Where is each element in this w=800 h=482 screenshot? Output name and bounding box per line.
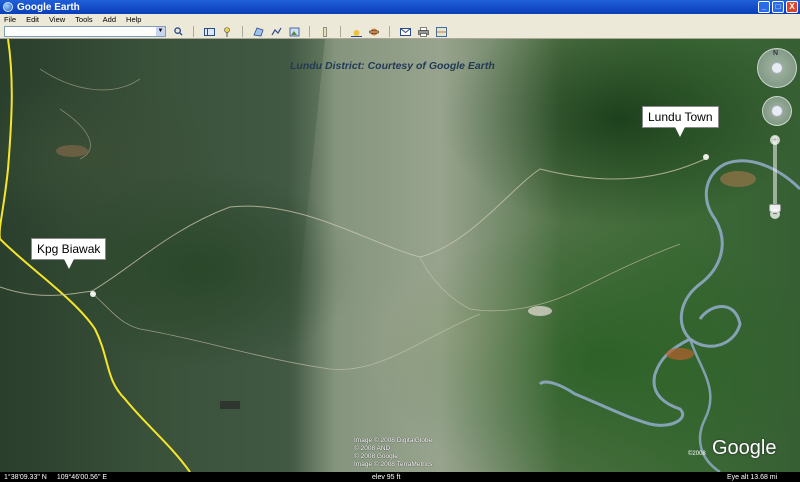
ruler-icon [323, 26, 327, 37]
look-joystick-icon[interactable] [771, 62, 783, 74]
logo-copyright-year: ©2008 [688, 451, 706, 457]
magnifier-icon [173, 27, 183, 36]
search-button[interactable] [172, 26, 184, 37]
placemark-lundu-town[interactable]: Lundu Town [642, 106, 719, 137]
title-bar: Google Earth _ □ X [0, 0, 800, 14]
placemark-kpg-biawak[interactable]: Kpg Biawak [31, 238, 107, 269]
toolbar-separator [389, 26, 390, 37]
move-control[interactable] [762, 96, 792, 126]
add-overlay-button[interactable] [288, 26, 300, 37]
dropdown-arrow-icon[interactable]: ▼ [156, 27, 165, 36]
sidebar-toggle-button[interactable] [203, 26, 215, 37]
close-button[interactable]: X [786, 1, 798, 13]
status-bar: 1°38'09.33" N 109°46'00.56" E elev 95 ft… [0, 472, 800, 482]
menu-edit[interactable]: Edit [26, 15, 39, 24]
toolbar-separator [340, 26, 341, 37]
add-placemark-button[interactable] [221, 26, 233, 37]
latitude-readout: 1°38'09.33" N [4, 473, 47, 481]
eye-altitude-readout: Eye alt 13.68 mi [727, 473, 778, 481]
menu-bar: File Edit View Tools Add Help [0, 14, 800, 25]
image-overlay-icon [289, 27, 299, 36]
clearing [56, 145, 88, 157]
path-icon [270, 27, 282, 35]
road [39, 68, 141, 160]
move-joystick-icon[interactable] [771, 105, 783, 117]
pushpin-icon [224, 26, 230, 37]
email-button[interactable] [399, 26, 411, 37]
look-control[interactable]: N [757, 48, 797, 88]
map-view[interactable]: Lundu District: Courtesy of Google Earth… [0, 39, 800, 472]
add-path-button[interactable] [270, 26, 282, 37]
map-icon [435, 26, 447, 37]
toolbar: ▼ [0, 25, 800, 39]
window-title: Google Earth [17, 1, 80, 13]
longitude-readout: 109°46'00.56" E [56, 473, 108, 481]
polygon-icon [252, 27, 264, 36]
window-controls: _ □ X [758, 1, 798, 13]
zoom-out-button[interactable]: − [770, 209, 780, 219]
map-title: Lundu District: Courtesy of Google Earth [290, 60, 495, 72]
toolbar-separator [193, 26, 194, 37]
email-icon [399, 27, 411, 36]
maximize-button[interactable]: □ [772, 1, 784, 13]
switch-planet-button[interactable] [368, 26, 380, 37]
clearing [220, 401, 240, 409]
printer-icon [417, 26, 429, 37]
zoom-slider[interactable] [773, 136, 777, 210]
ruler-button[interactable] [319, 26, 331, 37]
sidebar-icon [203, 27, 215, 36]
menu-file[interactable]: File [4, 15, 16, 24]
placemark-dot-kpg-biawak [90, 291, 96, 297]
sunlight-button[interactable] [350, 26, 362, 37]
compass-north-label: N [773, 50, 779, 57]
print-button[interactable] [417, 26, 429, 37]
planet-icon [369, 28, 379, 35]
sunlight-icon [350, 29, 362, 37]
add-polygon-button[interactable] [252, 26, 264, 37]
menu-view[interactable]: View [49, 15, 65, 24]
menu-tools[interactable]: Tools [75, 15, 93, 24]
menu-add[interactable]: Add [103, 15, 116, 24]
search-input[interactable]: ▼ [4, 26, 166, 37]
elevation-readout: elev 95 ft [372, 473, 401, 481]
toolbar-separator [242, 26, 243, 37]
toolbar-separator [309, 26, 310, 37]
google-earth-icon [3, 2, 13, 12]
menu-help[interactable]: Help [126, 15, 141, 24]
view-in-maps-button[interactable] [435, 26, 447, 37]
google-logo: Google [712, 437, 777, 459]
minimize-button[interactable]: _ [758, 1, 770, 13]
imagery-credits: Image © 2008 DigitalGlobe © 2008 AND © 2… [354, 437, 433, 468]
